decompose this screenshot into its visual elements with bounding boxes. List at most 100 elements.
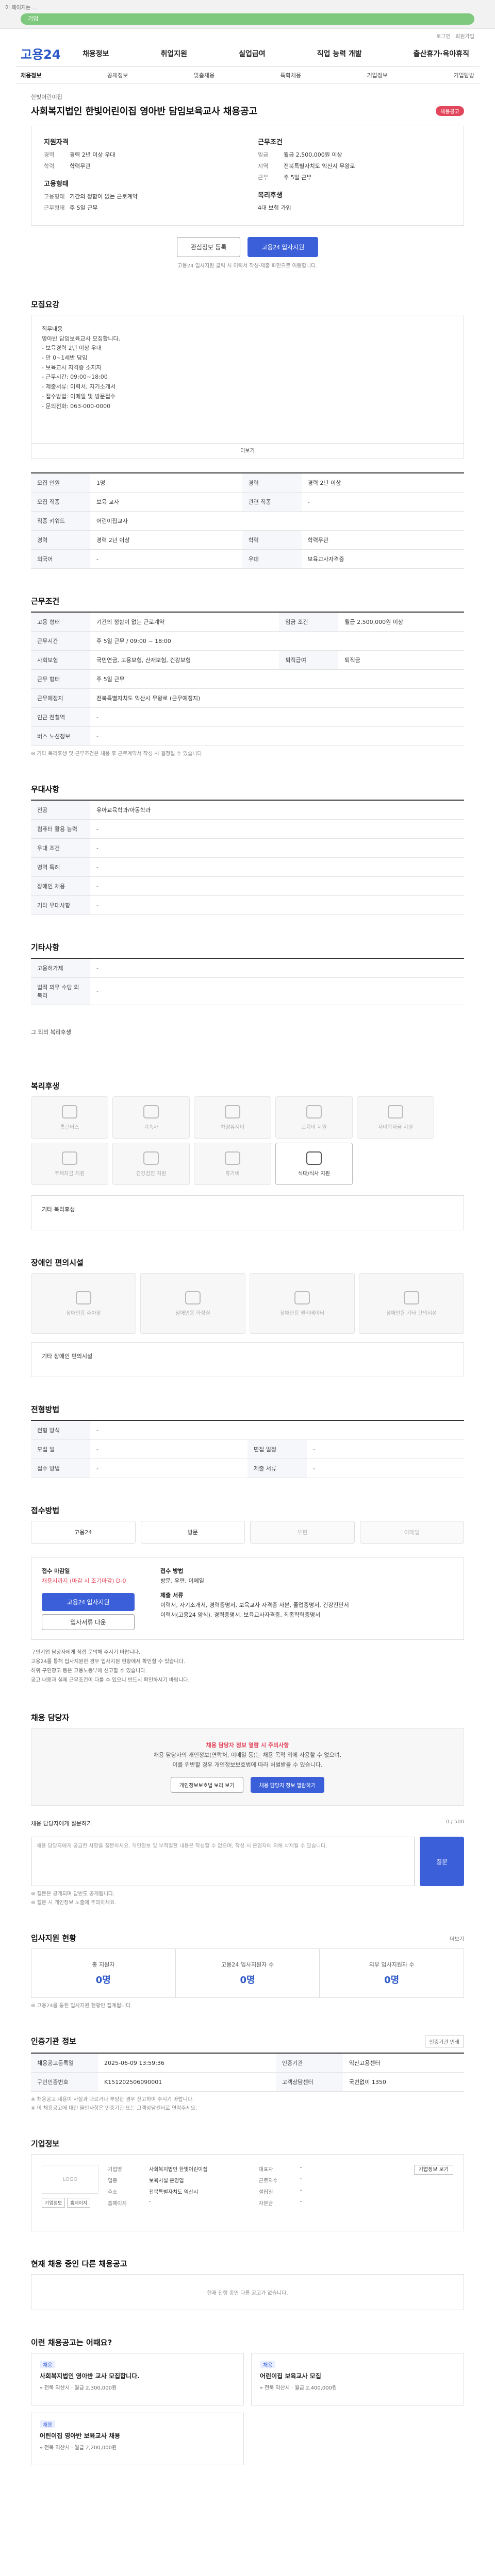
bullet: 고용24를 통해 입사지원한 경우 입사지원 현황에서 확인할 수 있습니다.	[31, 1659, 185, 1665]
gnb-benefit[interactable]: 실업급여	[239, 48, 266, 59]
site-logo[interactable]: 고용24	[21, 44, 82, 62]
util-links[interactable]: 로그인 · 회원가입	[0, 29, 495, 40]
bullet: 공고 내용과 실제 근무조건이 다를 수 있으니 반드시 확인하시기 바랍니다.	[31, 1677, 190, 1684]
facility-item: 건강검진 지원	[112, 1143, 190, 1185]
rec-card[interactable]: 채용 사회복지법인 영아반 교사 모집합니다. ⌖ 전북 익산시 · 월급 2,30…	[31, 2353, 244, 2406]
company-name: 한빛어린이집	[31, 94, 62, 100]
apply-notice: 고용24 입사지원 클릭 시 이력서 작성·제출 화면으로 이동합니다.	[177, 263, 318, 269]
company-info-link[interactable]: 기업정보	[42, 2198, 65, 2208]
snb-0[interactable]: 채용정보	[21, 71, 41, 79]
stats-more-link[interactable]: 더보기	[450, 1935, 464, 1942]
address-pill[interactable]: 기업	[21, 13, 474, 25]
facility-item: 주택자금 지원	[31, 1143, 108, 1185]
detail-line: - 보육경력 2년 이상 우대	[42, 345, 102, 352]
td: -	[90, 1439, 248, 1459]
co-val: -	[300, 2176, 302, 2182]
th: 컴퓨터 활용 능력	[31, 819, 90, 839]
save-interest-button[interactable]: 관심정보 등록	[176, 237, 241, 257]
facility-note-box: 기타 복리후생	[31, 1195, 464, 1230]
td: 국민연금, 고용보험, 산재보험, 건강보험	[90, 650, 279, 670]
td: 1명	[90, 473, 242, 493]
print-button[interactable]: 인증기관 인쇄	[424, 2036, 464, 2048]
td: 국번없이 1350	[342, 2072, 464, 2092]
th: 기타 우대사항	[31, 895, 90, 915]
contact-box: 채용 담당자 정보 열람 시 주의사항 채용 담당자의 개인정보(연락처, 이메…	[31, 1728, 464, 1806]
rec-title: 사회복지법인 영아반 교사 모집합니다.	[40, 2372, 140, 2380]
gnb-support[interactable]: 취업지원	[161, 48, 188, 59]
gnb-training[interactable]: 직업 능력 개발	[317, 48, 362, 59]
th: 사회보험	[31, 650, 90, 670]
td: -	[90, 819, 464, 839]
td: 주 5일 근무	[90, 669, 464, 689]
gnb-jobs[interactable]: 채용정보	[82, 48, 109, 59]
th: 전형 방식	[31, 1420, 90, 1440]
detail-line: - 제출서류: 이력서, 자기소개서	[42, 383, 116, 391]
th: 모집 인원	[31, 473, 90, 493]
method-visit[interactable]: 방문	[140, 1521, 245, 1544]
sum-req-title: 지원자격	[44, 139, 69, 146]
book-icon	[306, 1105, 322, 1118]
privacy-law-button[interactable]: 개인정보보호법 보러 보기	[170, 1777, 243, 1793]
section-title: 이런 채용공고는 어때요?	[31, 2338, 112, 2348]
detail-line: - 만 0~1세반 담임	[42, 354, 88, 362]
question-submit-button[interactable]: 질문	[420, 1837, 464, 1887]
apply-v1: 방문, 우편, 이메일	[160, 1577, 204, 1584]
section-title: 현재 채용 중인 다른 채용공고	[31, 2259, 127, 2269]
td: 전북특별자치도 익산시 무왕로 (근무예정지)	[90, 688, 464, 708]
company-homepage-link[interactable]: 홈페이지	[67, 2198, 91, 2208]
section-title: 전형방법	[31, 1405, 60, 1414]
sum-emp-title: 고용형태	[44, 180, 69, 188]
th: 직종 키워드	[31, 511, 90, 531]
td: K151202506090001	[98, 2072, 276, 2092]
sum-key: 지역	[258, 163, 269, 170]
td: 익산고용센터	[342, 2053, 464, 2073]
snb-2[interactable]: 맞춤채용	[194, 71, 214, 79]
stat-value: 0명	[95, 1975, 111, 1986]
th: 접수 방법	[31, 1459, 90, 1478]
snb-5[interactable]: 기업탐방	[453, 71, 474, 79]
snb-1[interactable]: 공채정보	[107, 71, 128, 79]
co-val: -	[300, 2199, 302, 2205]
rec-meta: 월급 2,300,000원	[74, 2385, 117, 2392]
method-online[interactable]: 고용24	[31, 1521, 136, 1544]
snb-4[interactable]: 기업정보	[367, 71, 388, 79]
co-val: -	[149, 2199, 151, 2205]
company-logo: LOGO	[42, 2165, 98, 2194]
apply-button[interactable]: 고용24 입사지원	[248, 237, 319, 257]
co-key: 업종	[108, 2178, 118, 2184]
question-input[interactable]: 채용 담당자에게 궁금한 사항을 질문하세요. 개인정보 및 부적절한 내용은 …	[31, 1837, 415, 1887]
section-title: 입사지원 현황	[31, 1934, 77, 1943]
company-box: LOGO 기업정보 홈페이지 기업명 사회복지법인 한빛어린이집 대표자 - 업종 보육…	[31, 2154, 464, 2232]
td: 보육 교사	[90, 492, 242, 512]
download-docs-button[interactable]: 입사서류 다운	[42, 1614, 135, 1631]
snb-3[interactable]: 특화채용	[280, 71, 301, 79]
th: 법적 의무 수당 외 복리	[31, 977, 90, 1005]
td: -	[90, 876, 464, 896]
apply-online-button[interactable]: 고용24 입사지원	[42, 1593, 135, 1612]
facility-label: 차량유지비	[221, 1124, 244, 1130]
bullet: 허위 구인광고 등은 고용노동부에 신고할 수 있습니다.	[31, 1668, 147, 1674]
gnb-leave[interactable]: 출산휴가·육아휴직	[414, 48, 469, 59]
rec-card[interactable]: 채용 어린이집 영아반 보육교사 채용 ⌖ 전북 익산시 · 월급 2,200,00…	[31, 2413, 244, 2466]
co-val: 사회복지법인 한빛어린이집	[149, 2167, 208, 2173]
td: 기간의 정함이 없는 근로계약	[90, 612, 279, 632]
disabled-item: 장애인용 기타 편의시설	[359, 1273, 464, 1334]
detail-line: - 문의전화: 063-000-0000	[42, 402, 111, 410]
th: 채용공고등록일	[31, 2053, 98, 2073]
sum-val: 주 5일 근무	[70, 205, 98, 211]
td: -	[90, 838, 464, 858]
section-title: 모집요강	[31, 300, 60, 309]
elevator-icon	[294, 1291, 310, 1304]
section-title: 장애인 편의시설	[31, 1258, 84, 1267]
company-detail-button[interactable]: 기업정보 보기	[414, 2165, 453, 2175]
view-contact-button[interactable]: 채용 담당자 정보 열람하기	[250, 1777, 325, 1793]
td: 경력 2년 이상	[301, 473, 464, 493]
rec-card[interactable]: 채용 어린이집 보육교사 모집 ⌖ 전북 익산시 · 월급 2,400,000원	[251, 2353, 464, 2406]
facility-label: 휴가비	[225, 1171, 240, 1177]
fold-toggle[interactable]: 더보기	[31, 443, 464, 459]
disabled-item: 장애인용 주차장	[31, 1273, 136, 1334]
co-key: 근로자수	[258, 2178, 278, 2184]
section-title: 채용 담당자	[31, 1713, 70, 1723]
sum-val: 전북특별자치도 익산시 무왕로	[284, 163, 355, 170]
contact-line: 이를 위반할 경우 개인정보보호법에 따라 처벌받을 수 있습니다.	[172, 1761, 323, 1768]
